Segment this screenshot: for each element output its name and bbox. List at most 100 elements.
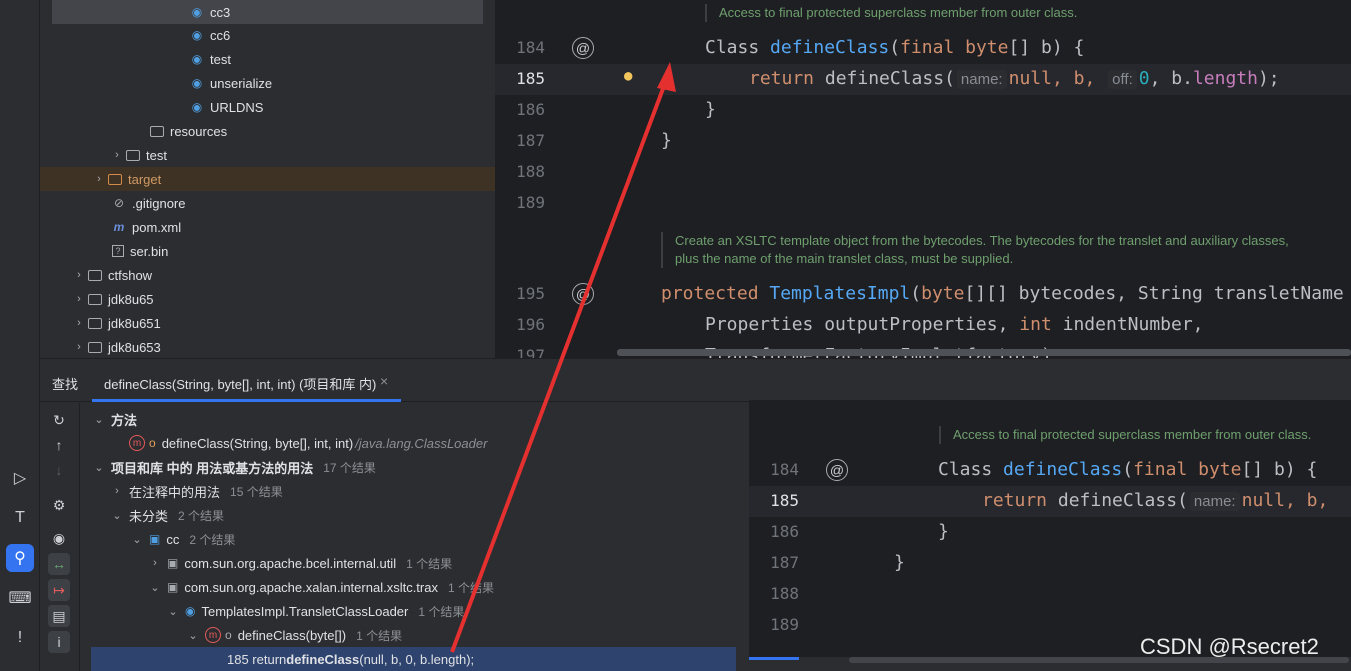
find-toolbar: ↻ ↑ ↓ ⚙ ◉ ↔ ↦ ▤ i <box>40 403 80 671</box>
arrow-down-icon[interactable]: ↓ <box>48 459 70 481</box>
group-unclassified[interactable]: ⌄ 未分类 2 个结果 <box>109 503 224 527</box>
info-icon[interactable]: i <box>48 631 70 653</box>
tree-item-ser-bin[interactable]: ? ser.bin <box>40 239 495 263</box>
folder-icon <box>126 149 140 161</box>
doc-comment: Access to final protected superclass mem… <box>705 4 1305 22</box>
tree-item-unserialize[interactable]: ◉ unserialize <box>40 71 495 95</box>
class-transletclassloader[interactable]: ⌄ ◉ TemplatesImpl.TransletClassLoader 1 … <box>165 599 464 623</box>
chevron-right-icon[interactable]: › <box>72 269 86 281</box>
close-icon[interactable]: × <box>380 373 388 389</box>
chevron-right-icon[interactable]: › <box>110 149 124 161</box>
chevron-down-icon[interactable]: ⌄ <box>147 581 163 594</box>
line-number: 187 <box>516 131 545 150</box>
code-line-196: Properties outputProperties, int indentN… <box>705 314 1204 335</box>
line-number: 196 <box>516 315 545 334</box>
chevron-down-icon[interactable]: ⌄ <box>129 533 145 546</box>
module-cc[interactable]: ⌄ ▣ cc 2 个结果 <box>129 527 235 551</box>
project-tree: ◉ cc3 ◉ cc6 ◉ test ◉ unserialize ◉ URLDN… <box>40 0 495 358</box>
target-method[interactable]: m o defineClass(String, byte[], int, int… <box>129 431 487 455</box>
folder-icon <box>88 269 102 281</box>
write-access-icon[interactable]: ↦ <box>48 579 70 601</box>
eye-icon[interactable]: ◉ <box>48 527 70 549</box>
doc-comment: Access to final protected superclass mem… <box>939 426 1349 444</box>
terminal-icon[interactable]: ⌨ <box>6 584 34 612</box>
class-icon: ◉ <box>191 28 203 42</box>
read-access-icon[interactable]: ↔ <box>48 553 70 575</box>
chevron-right-icon[interactable]: › <box>72 317 86 329</box>
method-icon: m <box>205 627 221 643</box>
folder-icon <box>88 341 102 353</box>
folder-icon <box>88 317 102 329</box>
code-line-185: return defineClass(name: null, b, off: 0, … <box>749 68 1280 89</box>
chevron-right-icon[interactable]: › <box>92 173 106 185</box>
tree-item-target[interactable]: › target <box>40 167 495 191</box>
tree-item-cc3[interactable]: ◉ cc3 <box>52 0 483 24</box>
tree-item-jdk8u653[interactable]: › jdk8u653 <box>40 335 495 358</box>
line-number: 188 <box>516 162 545 181</box>
chevron-down-icon[interactable]: ⌄ <box>109 509 125 522</box>
class-icon: ◉ <box>191 52 203 66</box>
code-line-195: protected TemplatesImpl(byte[][] bytecod… <box>661 283 1344 304</box>
tree-item-ctfshow[interactable]: › ctfshow <box>40 263 495 287</box>
code-line-184: Class defineClass(final byte[] b) { <box>938 459 1318 480</box>
package-icon: ▣ <box>167 580 179 594</box>
search-icon[interactable]: ⚲ <box>6 544 34 572</box>
group-usages[interactable]: ⌄ 项目和库 中的 用法或基方法的用法 17 个结果 <box>91 455 376 479</box>
class-icon: ◉ <box>185 604 196 618</box>
resources-folder-icon <box>150 125 164 137</box>
chevron-right-icon[interactable]: › <box>147 557 163 569</box>
group-methods[interactable]: ⌄ 方法 <box>91 407 137 431</box>
chevron-right-icon[interactable]: › <box>72 293 86 305</box>
lightbulb-icon[interactable]: ● <box>624 68 632 84</box>
unknown-file-icon: ? <box>112 245 124 257</box>
package-bcel[interactable]: › ▣ com.sun.org.apache.bcel.internal.uti… <box>147 551 452 575</box>
override-icon[interactable]: @ <box>826 459 848 481</box>
doc-comment: Create an XSLTC template object from the… <box>661 232 1301 268</box>
line-number: 189 <box>770 615 799 634</box>
access-icon: o <box>225 628 232 642</box>
line-number: 186 <box>516 100 545 119</box>
chevron-down-icon[interactable]: ⌄ <box>165 605 181 618</box>
tree-item-test-folder[interactable]: › test <box>40 143 495 167</box>
run-icon[interactable]: ▷ <box>6 464 34 492</box>
tool-window-strip: ▷ T ⚲ ⌨ ! <box>0 0 40 671</box>
find-title: 查找 <box>52 377 79 392</box>
tree-item-pom[interactable]: m pom.xml <box>40 215 495 239</box>
problems-icon[interactable]: ! <box>6 624 34 652</box>
rerun-icon[interactable]: ↻ <box>48 409 70 431</box>
tree-item-jdk8u651[interactable]: › jdk8u651 <box>40 311 495 335</box>
scroll-indicator <box>749 657 799 660</box>
chevron-down-icon[interactable]: ⌄ <box>91 461 107 474</box>
code-line-184: Class defineClass(final byte[] b) { <box>705 37 1085 58</box>
arrow-up-icon[interactable]: ↑ <box>48 434 70 456</box>
chevron-down-icon[interactable]: ⌄ <box>91 413 107 426</box>
tree-item-cc6[interactable]: ◉ cc6 <box>40 23 495 47</box>
line-number: 185 <box>770 491 799 510</box>
line-number: 187 <box>770 553 799 572</box>
gear-icon[interactable]: ⚙ <box>48 494 70 516</box>
tree-item-resources[interactable]: resources <box>40 119 495 143</box>
package-xsltc-trax[interactable]: ⌄ ▣ com.sun.org.apache.xalan.internal.xs… <box>147 575 494 599</box>
code-line-186: } <box>938 521 949 542</box>
tree-item-test-class[interactable]: ◉ test <box>40 47 495 71</box>
override-icon[interactable]: @ <box>572 37 594 59</box>
line-number: 184 <box>770 460 799 479</box>
tree-item-jdk8u65[interactable]: › jdk8u65 <box>40 287 495 311</box>
preview-editor[interactable]: Access to final protected superclass mem… <box>749 400 1351 660</box>
chevron-down-icon[interactable]: ⌄ <box>185 629 201 642</box>
build-icon[interactable]: T <box>6 504 34 532</box>
tree-item-urldns[interactable]: ◉ URLDNS <box>40 95 495 119</box>
group-by-file-icon[interactable]: ▤ <box>48 605 70 627</box>
editor-horizontal-scrollbar[interactable] <box>617 349 1351 356</box>
line-number: 188 <box>770 584 799 603</box>
usage-result-row[interactable]: 185 return defineClass (null, b, 0, b.len… <box>91 647 736 671</box>
find-tab[interactable]: defineClass(String, byte[], int, int) (项… <box>104 374 376 393</box>
override-icon[interactable]: @ <box>572 283 594 305</box>
code-editor-main[interactable]: Access to final protected superclass mem… <box>495 0 1351 358</box>
method-defineclass-bytes[interactable]: ⌄ m o defineClass(byte[]) 1 个结果 <box>185 623 402 647</box>
chevron-right-icon[interactable]: › <box>72 341 86 353</box>
ignore-icon: ⊘ <box>113 196 125 210</box>
chevron-right-icon[interactable]: › <box>109 485 125 497</box>
tree-item-gitignore[interactable]: ⊘ .gitignore <box>40 191 495 215</box>
group-in-comments[interactable]: › 在注释中的用法 15 个结果 <box>109 479 283 503</box>
